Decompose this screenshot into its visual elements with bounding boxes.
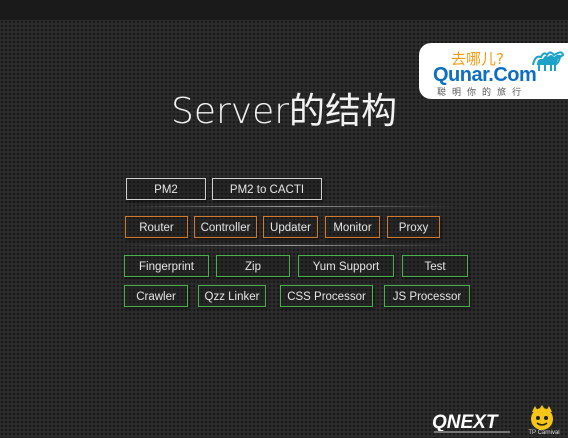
crawler-box: Crawler — [124, 285, 188, 307]
router-box: Router — [125, 216, 188, 238]
controller-box: Controller — [194, 216, 257, 238]
js-processor-box: JS Processor — [384, 285, 470, 307]
pm2-cacti-box: PM2 to CACTI — [212, 178, 322, 200]
zip-box: Zip — [216, 255, 290, 277]
proxy-box: Proxy — [387, 216, 440, 238]
updater-box: Updater — [263, 216, 318, 238]
divider-1 — [120, 206, 460, 207]
qnext-underline — [434, 431, 510, 433]
top-bar — [0, 0, 568, 20]
monitor-box: Monitor — [325, 216, 380, 238]
fingerprint-box: Fingerprint — [124, 255, 209, 277]
css-processor-box: CSS Processor — [280, 285, 373, 307]
test-box: Test — [402, 255, 468, 277]
tp-carnival-label: TP Carnival — [528, 430, 560, 436]
slide-title: Server的结构 — [170, 91, 398, 132]
pm2-box: PM2 — [126, 178, 206, 200]
yum-support-box: Yum Support — [298, 255, 394, 277]
divider-2 — [120, 245, 460, 246]
qzz-linker-box: Qzz Linker — [198, 285, 266, 307]
